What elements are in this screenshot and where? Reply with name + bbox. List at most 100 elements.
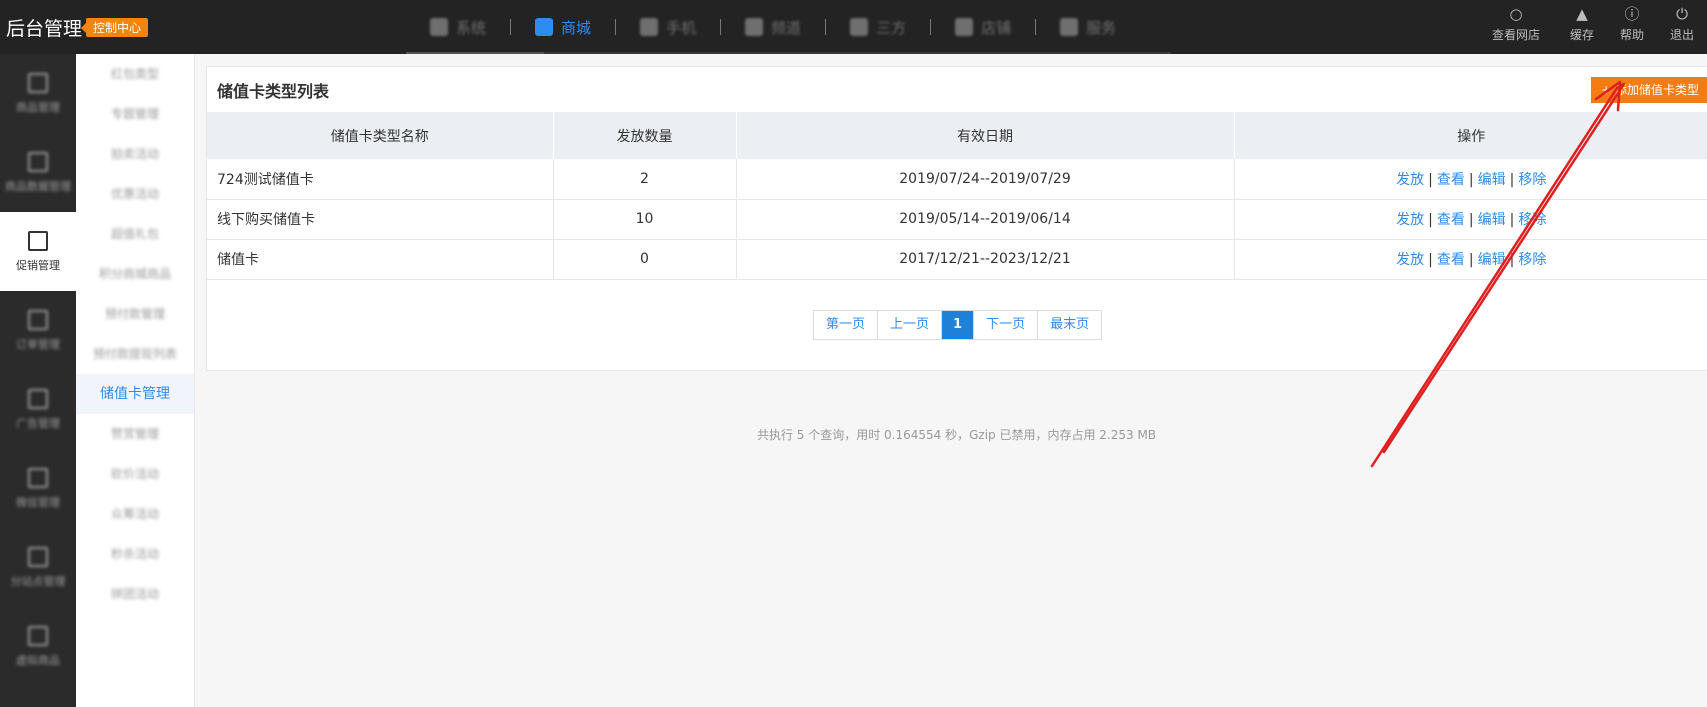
nav-item-third-party[interactable]: 三方 (826, 0, 930, 54)
sidebar-item-goods[interactable]: 商品管理 (0, 54, 76, 133)
sidebar-label: 虚拟商品 (16, 653, 60, 667)
action-separator: | (1428, 212, 1433, 228)
column-header-date[interactable]: 有效日期 (736, 112, 1235, 159)
table-row: 储值卡 0 2017/12/21--2023/12/21 发放 | 查看 | 编辑 | 移除 (207, 239, 1707, 280)
top-right-tools: ○ 查看网店 ▲ 缓存 ⓘ 帮助 ⏻ 退出 (1475, 6, 1707, 43)
remove-link[interactable]: 移除 (1518, 172, 1546, 188)
sidebar-item-wechat[interactable]: 微信管理 (0, 449, 76, 528)
prev-page-button[interactable]: 上一页 (878, 311, 943, 339)
cell-date: 2019/07/24--2019/07/29 (736, 159, 1235, 200)
action-separator: | (1509, 212, 1515, 228)
submenu-item[interactable]: 赞赏管理 (76, 414, 194, 454)
sidebar-item-substation[interactable]: 分站点管理 (0, 528, 76, 607)
edit-link[interactable]: 编辑 (1478, 252, 1506, 268)
pagination: 第一页 上一页 1 下一页 最末页 (813, 310, 1103, 340)
current-page[interactable]: 1 (942, 311, 975, 339)
cell-date: 2019/05/14--2019/06/14 (736, 199, 1235, 240)
sub-menu: 红包类型 专题管理 拍卖活动 优惠活动 超值礼包 积分商城商品 预付款管理 预付… (76, 54, 195, 707)
submenu-item[interactable]: 拼团活动 (76, 574, 194, 614)
tool-label: 查看网店 (1491, 28, 1540, 42)
column-header-count[interactable]: 发放数量 (553, 112, 737, 159)
nav-item-channel[interactable]: 频道 (721, 0, 825, 54)
remove-link[interactable]: 移除 (1518, 252, 1546, 268)
remove-link[interactable]: 移除 (1518, 212, 1546, 228)
main-panel: 储值卡类型列表 + 添加储值卡类型 储值卡类型名称 发放数量 有效日期 操作 7… (206, 66, 1707, 371)
submenu-item[interactable]: 优惠活动 (76, 174, 194, 214)
cell-count: 2 (553, 159, 737, 200)
basket-icon (955, 18, 974, 36)
sidebar-label: 商品数据管理 (5, 179, 71, 193)
action-separator: | (1509, 171, 1515, 188)
submenu-item[interactable]: 秒杀活动 (76, 534, 194, 574)
nav-item-mobile[interactable]: 手机 (616, 0, 720, 54)
sidebar-item-goods-data[interactable]: 商品数据管理 (0, 133, 76, 212)
next-page-button[interactable]: 下一页 (974, 311, 1039, 339)
footer-stats: 共执行 5 个查询，用时 0.164554 秒，Gzip 已禁用，内存占用 2.… (756, 428, 1157, 442)
view-store-button[interactable]: ○ 查看网店 (1475, 6, 1557, 43)
grid-icon (430, 18, 448, 36)
sidebar-item-virtual[interactable]: 虚拟商品 (0, 607, 76, 686)
sidebar-label: 订单管理 (16, 337, 60, 351)
logout-button[interactable]: ⏻ 退出 (1657, 6, 1707, 43)
cell-name: 724测试储值卡 (207, 159, 554, 200)
sidebar-item-ads[interactable]: 广告管理 (0, 370, 76, 449)
column-header-name[interactable]: 储值卡类型名称 (207, 112, 554, 159)
issue-link[interactable]: 发放 (1396, 172, 1424, 188)
first-page-button[interactable]: 第一页 (814, 311, 879, 339)
submenu-item[interactable]: 砍价活动 (76, 454, 194, 494)
view-link[interactable]: 查看 (1437, 172, 1465, 188)
last-page-button[interactable]: 最末页 (1038, 311, 1101, 339)
submenu-item[interactable]: 超值礼包 (76, 214, 194, 254)
submenu-item[interactable]: 红包类型 (76, 54, 194, 94)
action-separator: | (1468, 171, 1474, 188)
sidebar-item-orders[interactable]: 订单管理 (0, 291, 76, 370)
help-icon: ⓘ (1624, 5, 1640, 23)
submenu-item[interactable]: 拍卖活动 (76, 134, 194, 174)
nav-item-system[interactable]: 系统 (406, 0, 510, 54)
brand-badge: 控制中心 (81, 18, 149, 37)
doc-icon (28, 72, 48, 93)
cell-name: 线下购买储值卡 (207, 199, 554, 240)
tool-label: 帮助 (1619, 28, 1644, 42)
submenu-item[interactable]: 积分商城商品 (76, 254, 194, 294)
doc-icon (28, 230, 48, 251)
left-sidebar: 商品管理 商品数据管理 促销管理 订单管理 广告管理 微信管理 分站点管理 虚拟… (0, 54, 76, 707)
view-link[interactable]: 查看 (1437, 252, 1465, 268)
table-header-row: 储值卡类型名称 发放数量 有效日期 操作 (207, 112, 1707, 159)
table-row: 线下购买储值卡 10 2019/05/14--2019/06/14 发放 | 查看 |… (207, 199, 1707, 240)
cell-date: 2017/12/21--2023/12/21 (736, 239, 1235, 280)
edit-link[interactable]: 编辑 (1478, 172, 1506, 188)
brand[interactable]: 后台管理 控制中心 (6, 14, 149, 41)
submenu-item[interactable]: 预付款管理 (76, 294, 194, 334)
sidebar-label: 商品管理 (16, 100, 60, 114)
sidebar-item-promotion[interactable]: 促销管理 (0, 212, 76, 291)
nav-label: 手机 (666, 18, 697, 37)
nav-label: 商城 (561, 18, 592, 37)
clear-cache-button[interactable]: ▲ 缓存 (1557, 6, 1607, 43)
store-icon (535, 18, 554, 36)
doc-icon (28, 625, 48, 646)
nav-label: 服务 (1086, 18, 1117, 37)
search-icon: ○ (1509, 5, 1523, 23)
view-link[interactable]: 查看 (1437, 212, 1465, 228)
tool-label: 缓存 (1569, 28, 1594, 42)
nav-label: 三方 (876, 18, 907, 37)
submenu-item[interactable]: 众筹活动 (76, 494, 194, 534)
edit-link[interactable]: 编辑 (1478, 212, 1506, 228)
submenu-item[interactable]: 专题管理 (76, 94, 194, 134)
page-title: 储值卡类型列表 (217, 82, 330, 101)
nav-item-service[interactable]: 服务 (1036, 0, 1140, 54)
add-card-type-button[interactable]: + 添加储值卡类型 (1591, 77, 1707, 103)
action-separator: | (1428, 252, 1433, 268)
cell-name: 储值卡 (207, 239, 554, 280)
nav-item-shop[interactable]: 店铺 (931, 0, 1035, 54)
submenu-item[interactable]: 预付款提现列表 (76, 334, 194, 374)
issue-link[interactable]: 发放 (1396, 252, 1424, 268)
nav-item-mall[interactable]: 商城 (511, 0, 615, 54)
doc-icon (28, 467, 48, 488)
help-button[interactable]: ⓘ 帮助 (1607, 6, 1657, 43)
issue-link[interactable]: 发放 (1396, 212, 1424, 228)
submenu-item-stored-value-card[interactable]: 储值卡管理 (76, 374, 194, 414)
cell-count: 10 (553, 199, 737, 240)
nav-label: 店铺 (981, 18, 1012, 37)
